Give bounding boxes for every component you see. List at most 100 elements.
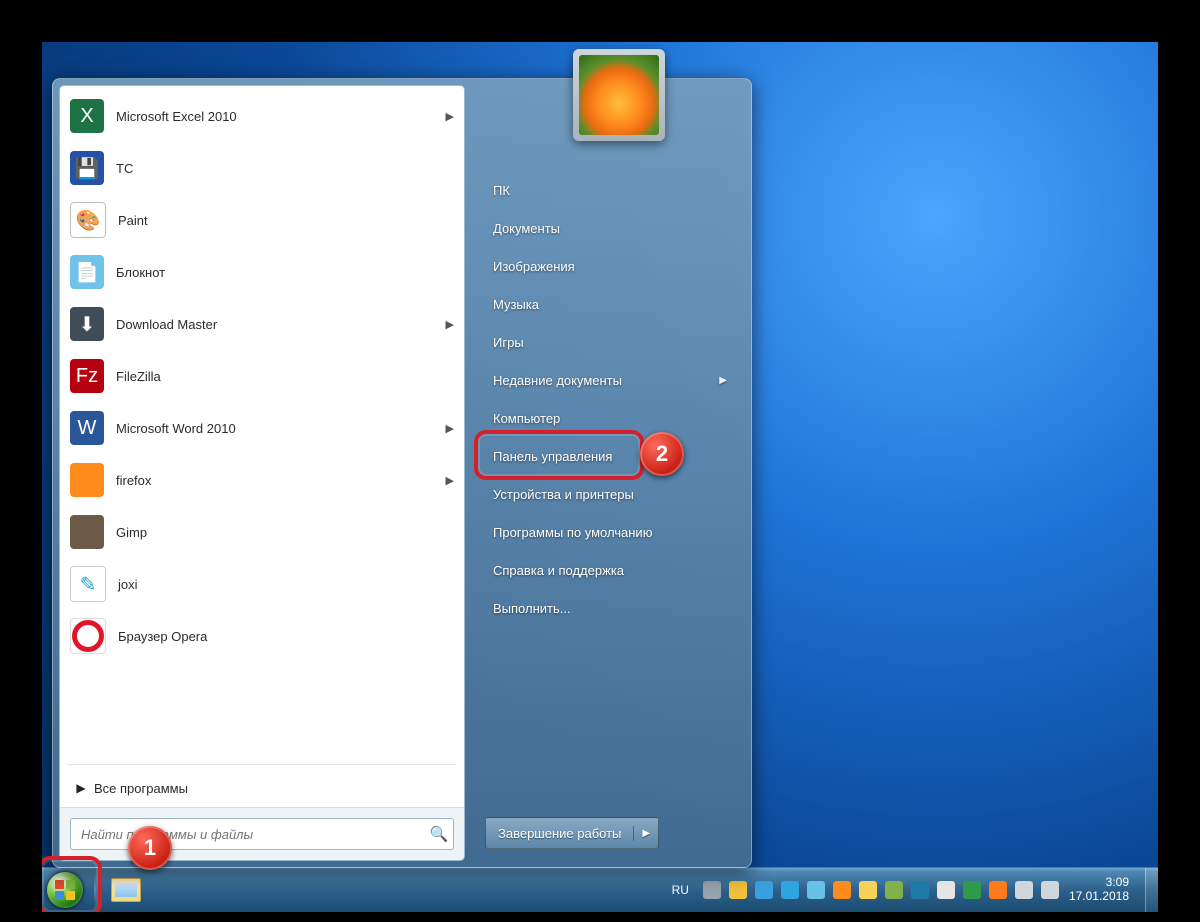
search-icon[interactable]: 🔍 (425, 825, 453, 843)
link-pictures[interactable]: Изображения (485, 247, 735, 285)
shutdown-label: Завершение работы (486, 826, 634, 841)
firefox-icon[interactable] (833, 881, 851, 899)
program-label: Gimp (116, 525, 454, 540)
program-item-7[interactable]: firefox▶ (62, 454, 462, 506)
taskbar-separator (94, 872, 96, 908)
link-default-programs[interactable]: Программы по умолчанию (485, 513, 735, 551)
note-icon[interactable] (859, 881, 877, 899)
link-games-label: Игры (493, 335, 524, 350)
program-label: Microsoft Excel 2010 (116, 109, 446, 124)
shutdown-row: Завершение работы ▶ (485, 817, 735, 849)
signal-icon[interactable] (1015, 881, 1033, 899)
user-picture-icon (579, 55, 659, 135)
program-item-4[interactable]: ⬇ Download Master▶ (62, 298, 462, 350)
link-pictures-label: Изображения (493, 259, 575, 274)
program-icon (70, 618, 106, 654)
program-icon: W (70, 411, 104, 445)
link-control-panel[interactable]: Панель управления (485, 437, 735, 475)
submenu-arrow-icon: ▶ (446, 422, 454, 435)
explorer-icon (111, 878, 141, 902)
submenu-arrow-icon: ▶ (446, 318, 454, 331)
link-run[interactable]: Выполнить... (485, 589, 735, 627)
start-orb-icon (47, 872, 83, 908)
program-item-6[interactable]: WMicrosoft Word 2010▶ (62, 402, 462, 454)
submenu-arrow-icon: ▶ (446, 474, 454, 487)
user-picture-frame[interactable] (573, 49, 665, 141)
program-icon: X (70, 99, 104, 133)
program-label: TC (116, 161, 454, 176)
program-item-3[interactable]: 📄Блокнот (62, 246, 462, 298)
shield-icon[interactable] (729, 881, 747, 899)
taskbar-clock[interactable]: 3:09 17.01.2018 (1069, 876, 1135, 904)
program-label: Блокнот (116, 265, 454, 280)
program-icon: ✎ (70, 566, 106, 602)
program-label: Download Master (116, 317, 446, 332)
link-computer[interactable]: Компьютер (485, 399, 735, 437)
program-icon: ⬇ (70, 307, 104, 341)
link-devices-printers[interactable]: Устройства и принтеры (485, 475, 735, 513)
program-label: joxi (118, 577, 454, 592)
program-item-2[interactable]: 🎨 Paint (62, 194, 462, 246)
annotation-step-2: 2 (640, 432, 684, 476)
program-icon (70, 463, 104, 497)
volume-icon[interactable] (1041, 881, 1059, 899)
screenshot-icon[interactable] (807, 881, 825, 899)
keyboard-icon[interactable] (703, 881, 721, 899)
search-input[interactable] (71, 819, 425, 849)
flag-icon[interactable] (937, 881, 955, 899)
start-button[interactable] (42, 868, 88, 912)
program-icon: 💾 (70, 151, 104, 185)
start-menu-left-pane: XMicrosoft Excel 2010▶💾TC🎨Paint📄Блокнот⬇… (59, 85, 465, 861)
pinned-programs-list: XMicrosoft Excel 2010▶💾TC🎨Paint📄Блокнот⬇… (60, 86, 464, 760)
link-defaults-label: Программы по умолчанию (493, 525, 652, 540)
program-item-9[interactable]: ✎ joxi (62, 558, 462, 610)
program-item-10[interactable]: Браузер Opera (62, 610, 462, 662)
screenshot-root: XMicrosoft Excel 2010▶💾TC🎨Paint📄Блокнот⬇… (0, 0, 1200, 922)
language-indicator[interactable]: RU (668, 881, 693, 899)
program-item-0[interactable]: X Microsoft Excel 2010▶ (62, 90, 462, 142)
link-user-folder[interactable]: ПК (485, 171, 735, 209)
recycle-icon[interactable] (963, 881, 981, 899)
shutdown-options-arrow-icon[interactable]: ▶ (634, 828, 658, 839)
letterbox (0, 0, 1200, 42)
all-programs-arrow-icon: ▶ (68, 781, 94, 795)
globe-icon[interactable] (911, 881, 929, 899)
chat-icon[interactable] (755, 881, 773, 899)
program-icon: 🎨 (70, 202, 106, 238)
all-programs-button[interactable]: ▶ Все программы (60, 769, 464, 807)
clock-date: 17.01.2018 (1069, 890, 1129, 904)
desktop[interactable]: XMicrosoft Excel 2010▶💾TC🎨Paint📄Блокнот⬇… (42, 42, 1158, 912)
network-icon[interactable] (885, 881, 903, 899)
program-label: FileZilla (116, 369, 454, 384)
show-desktop-button[interactable] (1145, 868, 1158, 912)
start-menu-right-pane: ПК Документы Изображения Музыка Игры Нед… (465, 85, 745, 861)
link-recent-documents[interactable]: Недавние документы ▶ (485, 361, 735, 399)
link-music[interactable]: Музыка (485, 285, 735, 323)
link-music-label: Музыка (493, 297, 539, 312)
program-label: Браузер Opera (118, 629, 454, 644)
program-item-5[interactable]: Fz FileZilla (62, 350, 462, 402)
telegram-icon[interactable] (781, 881, 799, 899)
app-icon[interactable] (989, 881, 1007, 899)
link-help-support[interactable]: Справка и поддержка (485, 551, 735, 589)
program-label: Paint (118, 213, 454, 228)
windows-flag-icon (55, 880, 75, 900)
program-icon: Fz (70, 359, 104, 393)
program-item-1[interactable]: 💾 TC (62, 142, 462, 194)
letterbox (0, 912, 1200, 922)
link-documents-label: Документы (493, 221, 560, 236)
link-devices-label: Устройства и принтеры (493, 487, 634, 502)
shutdown-button[interactable]: Завершение работы ▶ (485, 817, 659, 849)
program-item-8[interactable]: Gimp (62, 506, 462, 558)
submenu-arrow-icon: ▶ (446, 110, 454, 123)
link-games[interactable]: Игры (485, 323, 735, 361)
link-help-label: Справка и поддержка (493, 563, 624, 578)
link-control-panel-label: Панель управления (493, 449, 612, 464)
taskbar: RU 3:09 17.01.2018 (42, 867, 1158, 912)
link-recent-label: Недавние документы (493, 373, 622, 388)
taskbar-pinned-explorer[interactable] (102, 872, 150, 908)
link-computer-label: Компьютер (493, 411, 560, 426)
clock-time: 3:09 (1069, 876, 1129, 890)
search-row: 🔍 (60, 807, 464, 860)
link-documents[interactable]: Документы (485, 209, 735, 247)
